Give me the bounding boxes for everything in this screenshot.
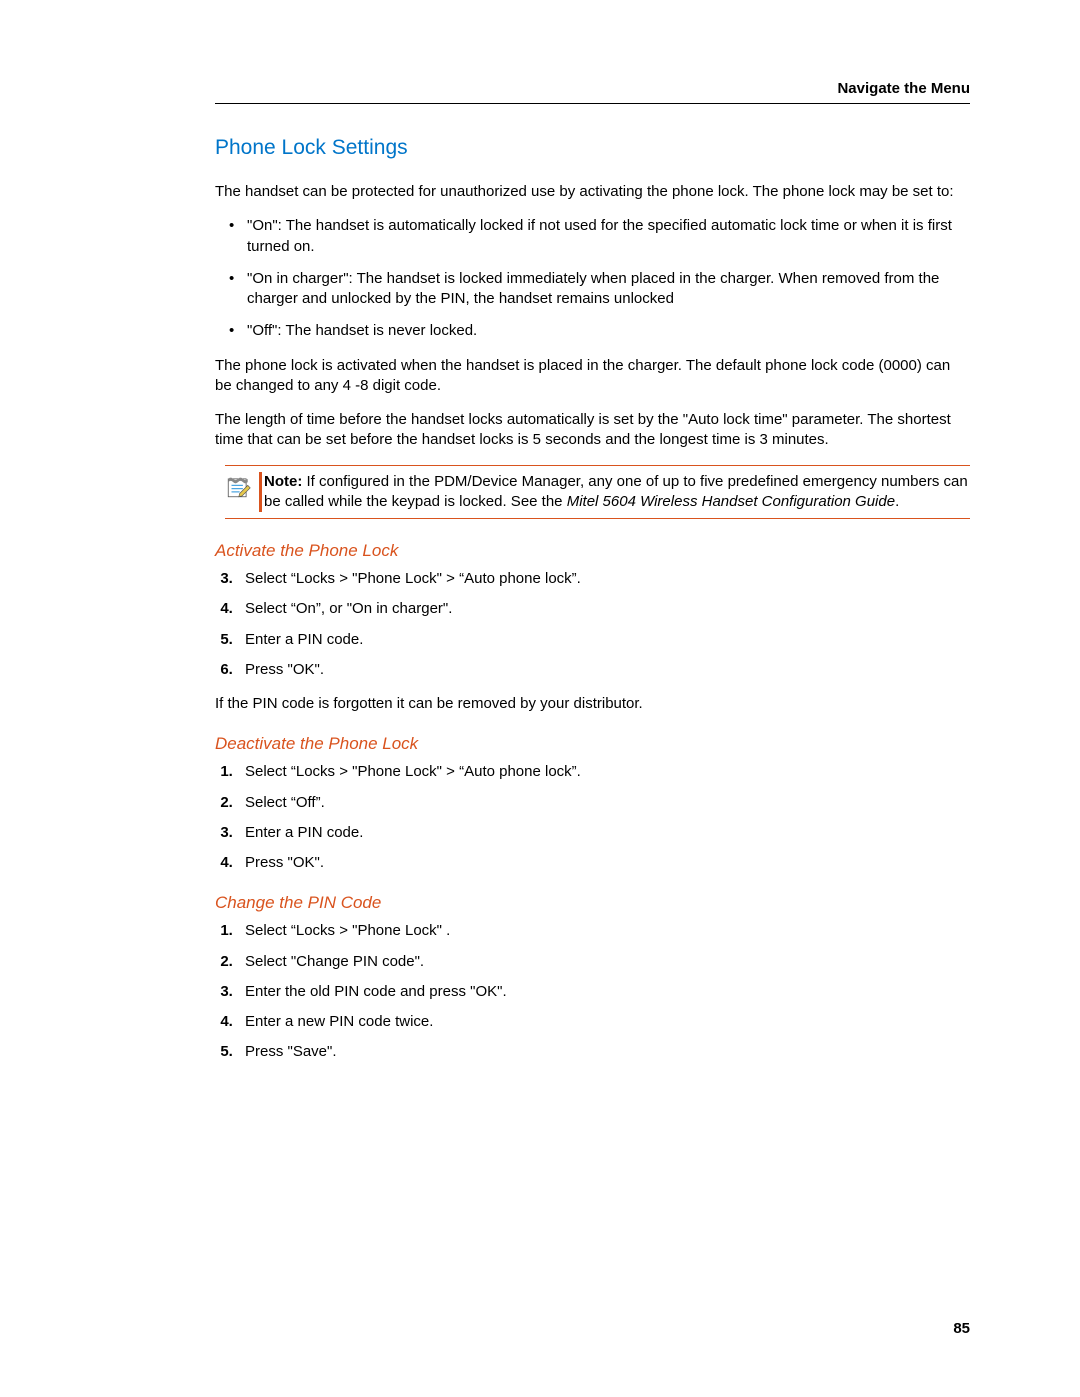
intro-paragraph: The handset can be protected for unautho… [215,182,970,202]
note-tail: . [895,493,899,510]
list-item: "Off": The handset is never locked. [215,321,970,341]
activate-steps: Select “Locks > "Phone Lock" > “Auto pho… [215,569,970,680]
note-text: Note: If configured in the PDM/Device Ma… [259,472,970,513]
step-item: Select “Locks > "Phone Lock" . [237,921,970,941]
note-box: Note: If configured in the PDM/Device Ma… [225,465,970,520]
step-item: Press "OK". [237,853,970,873]
body-paragraph: The length of time before the handset lo… [215,410,970,451]
note-icon [225,474,255,504]
page: Navigate the Menu Phone Lock Settings Th… [0,0,1080,1397]
subsection-deactivate: Deactivate the Phone Lock [215,734,970,754]
step-item: Select “Locks > "Phone Lock" > “Auto pho… [237,762,970,782]
note-label: Note: [264,473,302,490]
modes-list: "On": The handset is automatically locke… [215,216,970,341]
activate-after: If the PIN code is forgotten it can be r… [215,694,970,714]
step-item: Press "OK". [237,660,970,680]
page-number: 85 [953,1320,970,1337]
list-item: "On": The handset is automatically locke… [215,216,970,257]
step-item: Enter a PIN code. [237,823,970,843]
list-item: "On in charger": The handset is locked i… [215,269,970,310]
step-item: Select "Change PIN code". [237,952,970,972]
step-item: Enter a PIN code. [237,630,970,650]
step-item: Enter the old PIN code and press "OK". [237,982,970,1002]
step-item: Select “Off”. [237,793,970,813]
subsection-changepin: Change the PIN Code [215,893,970,913]
body-paragraph: The phone lock is activated when the han… [215,356,970,397]
subsection-activate: Activate the Phone Lock [215,541,970,561]
step-item: Select “Locks > "Phone Lock" > “Auto pho… [237,569,970,589]
step-item: Select “On”, or "On in charger". [237,599,970,619]
deactivate-steps: Select “Locks > "Phone Lock" > “Auto pho… [215,762,970,873]
note-reference: Mitel 5604 Wireless Handset Configuratio… [567,493,895,510]
section-title: Phone Lock Settings [215,136,970,160]
step-item: Enter a new PIN code twice. [237,1012,970,1032]
page-header: Navigate the Menu [215,80,970,104]
changepin-steps: Select “Locks > "Phone Lock" . Select "C… [215,921,970,1062]
step-item: Press "Save". [237,1042,970,1062]
